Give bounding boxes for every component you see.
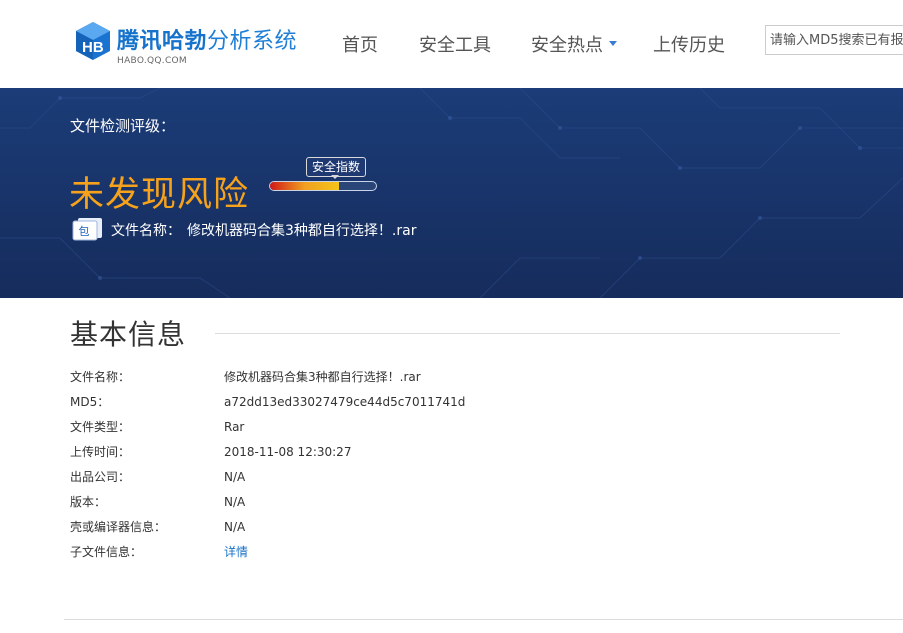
info-key: 壳或编译器信息： [70,520,167,534]
svg-text:包: 包 [79,225,90,238]
info-key: 出品公司： [70,470,131,484]
nav-item-security-hotspots-label: 安全热点 [531,35,603,56]
logo-title: 腾讯哈勃分析系统 [117,28,297,56]
subfile-details-link[interactable]: 详情 [224,540,248,565]
info-value: N/A [224,520,246,534]
info-value: 修改机器码合集3种都自行选择！.rar [224,370,421,384]
rating-label: 文件检测评级： [70,117,176,135]
info-row-version: 版本： N/A [70,490,770,515]
banner-filename: 文件名称： 修改机器码合集3种都自行选择！.rar [111,220,416,240]
nav-item-security-tools[interactable]: 安全工具 [419,32,491,60]
nav-item-upload-history[interactable]: 上传历史 [653,32,725,60]
info-key: 版本： [70,495,107,509]
banner-filename-label: 文件名称： [111,223,181,239]
safety-index-tag: 安全指数 [306,157,367,177]
info-value: 2018-11-08 12:30:27 [224,445,352,459]
logo-brand-text: 腾讯哈勃 [117,29,208,54]
info-key: 文件类型： [70,420,131,434]
info-row-md5: MD5： a72dd13ed33027479ce44d5c7011741d [70,390,770,415]
info-row-upload-time: 上传时间： 2018-11-08 12:30:27 [70,440,770,465]
result-banner: 文件检测评级： 未发现风险 安全指数 包 文件名称： 修改机器码合集3种都自行选择… [0,88,903,298]
info-value: N/A [224,495,246,509]
site-logo[interactable]: HB 腾讯哈勃分析系统 HABO.QQ.COM [72,18,312,72]
logo-subtitle: HABO.QQ.COM [117,56,187,66]
info-row-company: 出品公司： N/A [70,465,770,490]
banner-filename-value: 修改机器码合集3种都自行选择！.rar [187,223,417,239]
info-key: 上传时间： [70,445,131,459]
nav-item-home[interactable]: 首页 [342,32,378,60]
section-divider [215,333,840,334]
safety-index-pointer [331,175,339,179]
info-row-filename: 文件名称： 修改机器码合集3种都自行选择！.rar [70,365,770,390]
info-row-filetype: 文件类型： Rar [70,415,770,440]
habo-logo-icon: HB [76,22,110,60]
info-value: Rar [224,420,245,434]
info-key: 文件名称： [70,370,131,384]
archive-file-icon: 包 [72,218,102,241]
safety-index-fill [270,182,339,190]
logo-rest-text: 分析系统 [207,29,298,54]
caret-down-icon [609,40,617,46]
safety-index-bar [269,181,377,191]
info-key: 子文件信息： [70,545,143,559]
info-value: N/A [224,470,246,484]
site-header: HB 腾讯哈勃分析系统 HABO.QQ.COM 首页 安全工具 安全热点 上传历… [0,0,903,88]
md5-search-input[interactable] [765,25,903,55]
info-key: MD5： [70,395,110,409]
rating-result: 未发现风险 [69,175,250,215]
info-row-subfiles: 子文件信息： 详情 [70,540,770,565]
nav-item-security-hotspots[interactable]: 安全热点 [531,32,617,60]
info-row-packer: 壳或编译器信息： N/A [70,515,770,540]
info-value: a72dd13ed33027479ce44d5c7011741d [224,395,466,409]
svg-text:HB: HB [82,39,104,56]
basic-info-title: 基本信息 [70,318,187,351]
bottom-divider [64,619,903,620]
